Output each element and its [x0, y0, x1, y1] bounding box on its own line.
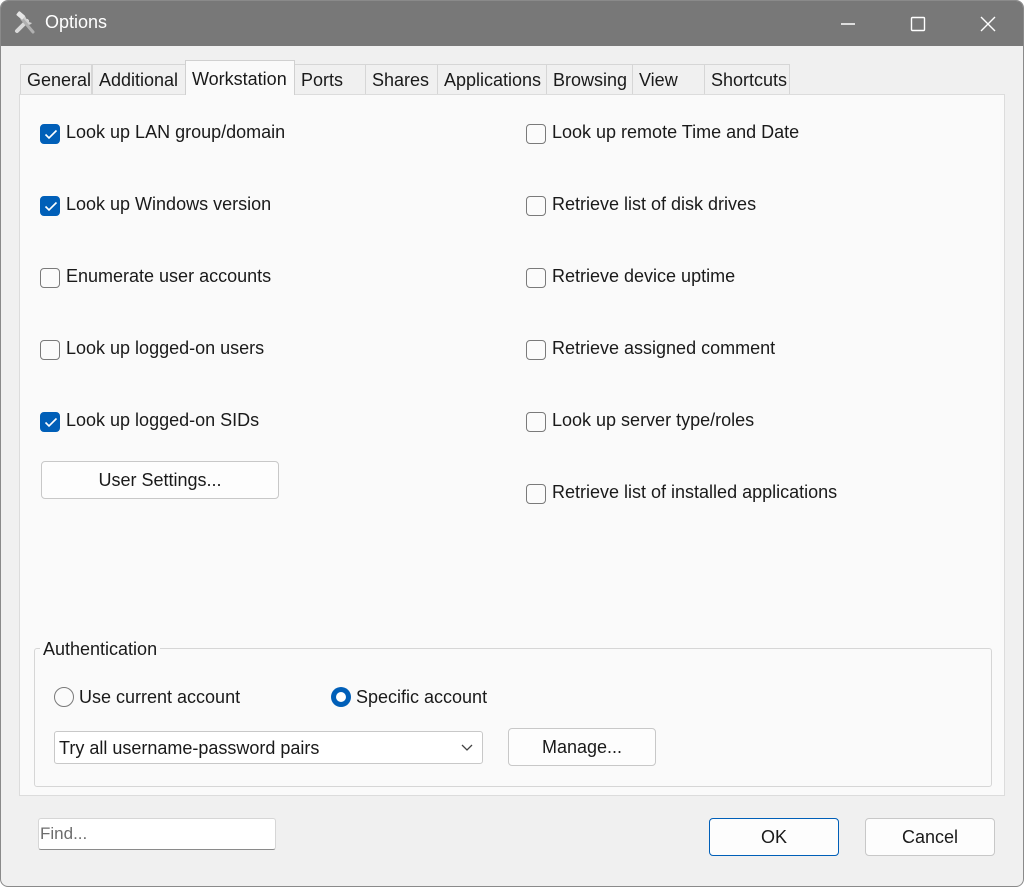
tab-ports[interactable]: Ports — [294, 64, 366, 94]
close-icon — [980, 16, 996, 32]
checkbox[interactable] — [40, 268, 60, 288]
window-title: Options — [45, 12, 108, 32]
checkbox[interactable] — [526, 268, 546, 288]
specific-account-radio[interactable] — [331, 687, 351, 707]
specific-account-label[interactable]: Specific account — [356, 687, 487, 708]
tab-shares[interactable]: Shares — [365, 64, 438, 94]
options-dialog: Options General Additional Workstation P… — [0, 0, 1024, 887]
checkbox[interactable] — [526, 124, 546, 144]
user-settings-button[interactable]: User Settings... — [41, 461, 279, 499]
maximize-icon — [910, 16, 926, 32]
checkbox[interactable] — [526, 196, 546, 216]
checkmark-icon — [44, 417, 58, 428]
authentication-group — [34, 648, 992, 787]
checkbox[interactable] — [40, 196, 60, 216]
checkbox[interactable] — [40, 340, 60, 360]
maximize-button[interactable] — [883, 1, 953, 46]
find-input[interactable] — [38, 818, 276, 850]
tab-view[interactable]: View — [632, 64, 705, 94]
tab-browsing[interactable]: Browsing — [546, 64, 633, 94]
manage-button[interactable]: Manage... — [508, 728, 656, 766]
minimize-icon — [841, 23, 855, 25]
chevron-down-icon — [461, 744, 473, 751]
tab-general[interactable]: General — [20, 64, 92, 94]
tab-applications[interactable]: Applications — [437, 64, 547, 94]
cancel-button[interactable]: Cancel — [865, 818, 995, 856]
checkmark-icon — [44, 129, 58, 140]
use-current-account-radio[interactable] — [54, 687, 74, 707]
title-bar[interactable]: Options — [1, 1, 1023, 46]
tab-workstation[interactable]: Workstation — [185, 60, 295, 95]
use-current-account-label[interactable]: Use current account — [79, 687, 240, 708]
checkmark-icon — [44, 201, 58, 212]
tab-shortcuts[interactable]: Shortcuts — [704, 64, 790, 94]
checkbox[interactable] — [526, 340, 546, 360]
checkbox[interactable] — [526, 412, 546, 432]
tab-additional[interactable]: Additional — [92, 64, 186, 94]
credentials-value: Try all username-password pairs — [59, 738, 320, 758]
authentication-title: Authentication — [40, 639, 161, 660]
tools-icon — [13, 10, 39, 36]
credentials-dropdown[interactable]: Try all username-password pairs — [54, 731, 483, 764]
checkbox[interactable] — [526, 484, 546, 504]
checkbox[interactable] — [40, 124, 60, 144]
minimize-button[interactable] — [813, 1, 883, 46]
ok-button[interactable]: OK — [709, 818, 839, 856]
close-button[interactable] — [953, 1, 1023, 46]
checkbox[interactable] — [40, 412, 60, 432]
